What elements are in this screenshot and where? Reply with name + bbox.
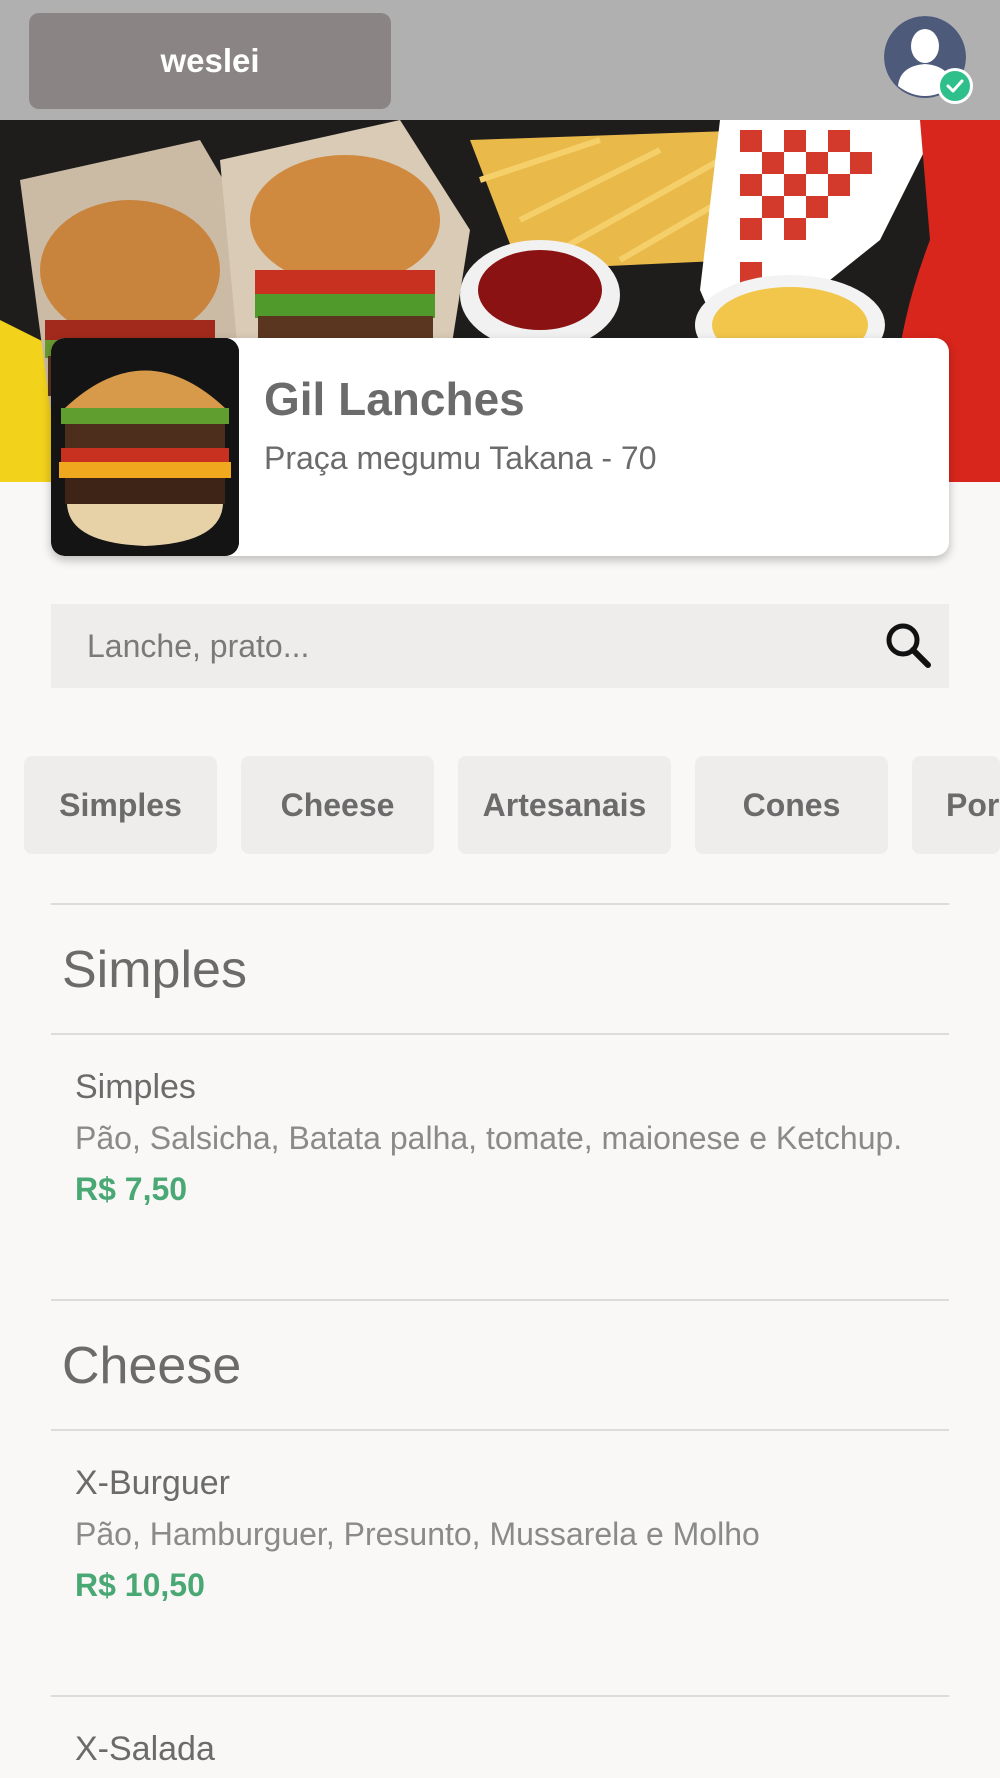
section-divider bbox=[51, 903, 949, 905]
section-divider bbox=[51, 1033, 949, 1035]
tab-cheese[interactable]: Cheese bbox=[241, 756, 434, 854]
top-bar: weslei bbox=[0, 0, 1000, 120]
restaurant-address: Praça megumu Takana - 70 bbox=[264, 440, 657, 476]
restaurant-logo-image bbox=[51, 338, 239, 556]
tab-cones[interactable]: Cones bbox=[695, 756, 888, 854]
tab-simples[interactable]: Simples bbox=[24, 756, 217, 854]
restaurant-card[interactable]: Gil Lanches Praça megumu Takana - 70 bbox=[51, 338, 949, 556]
tab-label: Simples bbox=[59, 786, 182, 823]
item-divider bbox=[51, 1695, 949, 1697]
user-name-label: weslei bbox=[160, 42, 260, 79]
tab-label: Cones bbox=[742, 786, 841, 823]
user-name-button[interactable]: weslei bbox=[29, 13, 391, 109]
search-icon[interactable] bbox=[881, 618, 935, 672]
section-title-simples: Simples bbox=[62, 941, 247, 999]
item-name: X-Salada bbox=[75, 1730, 215, 1768]
tab-porcoes[interactable]: Por bbox=[912, 756, 1000, 854]
search-bar bbox=[51, 604, 949, 688]
item-price: R$ 7,50 bbox=[75, 1171, 188, 1207]
section-divider bbox=[51, 1299, 949, 1301]
tab-label: Artesanais bbox=[482, 786, 647, 823]
tab-label: Por bbox=[946, 786, 1000, 823]
tab-artesanais[interactable]: Artesanais bbox=[458, 756, 671, 854]
item-price: R$ 10,50 bbox=[75, 1567, 205, 1603]
item-description: Pão, Hamburguer, Presunto, Mussarela e M… bbox=[75, 1516, 760, 1552]
search-input[interactable] bbox=[51, 604, 871, 688]
item-name: Simples bbox=[75, 1068, 196, 1106]
section-title-cheese: Cheese bbox=[62, 1337, 242, 1395]
item-name: X-Burguer bbox=[75, 1464, 230, 1502]
section-divider bbox=[51, 1429, 949, 1431]
tab-label: Cheese bbox=[280, 786, 395, 823]
item-description: Pão, Salsicha, Batata palha, tomate, mai… bbox=[75, 1120, 903, 1156]
category-tabs: Simples Cheese Artesanais Cones Por bbox=[0, 756, 1000, 856]
verified-check-icon bbox=[937, 68, 973, 104]
restaurant-name: Gil Lanches bbox=[264, 373, 525, 425]
